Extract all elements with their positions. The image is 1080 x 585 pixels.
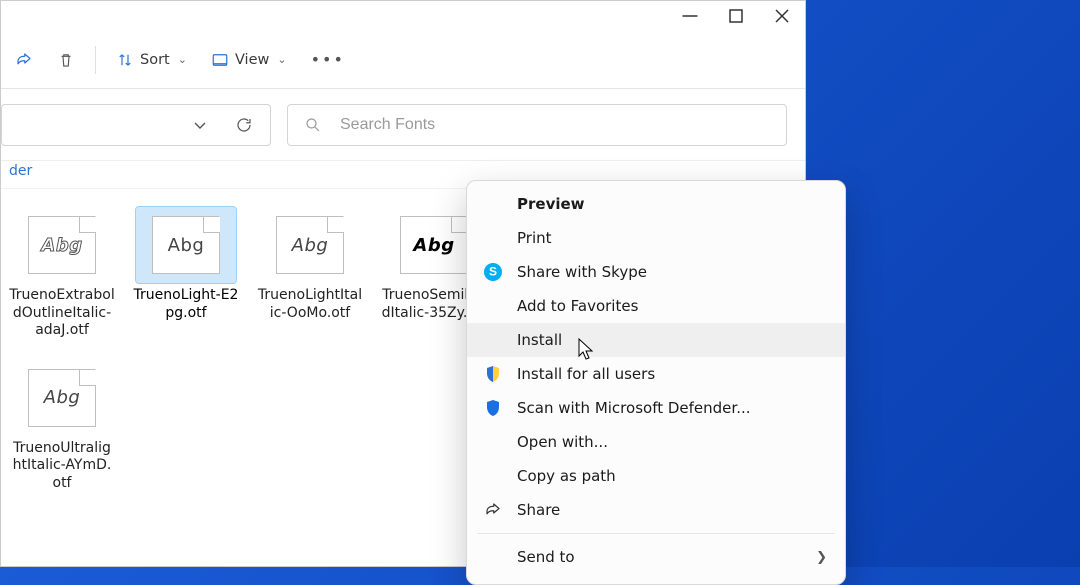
menu-add-favorites[interactable]: Add to Favorites (467, 289, 845, 323)
close-button[interactable] (759, 1, 805, 31)
search-icon (304, 116, 322, 134)
context-menu: Preview Print Share with Skype Add to Fa… (466, 180, 846, 585)
file-name: TruenoLight-E2pg.otf (133, 287, 239, 322)
file-name: TruenoExtraboldOutlineItalic-adaJ.otf (9, 287, 115, 340)
menu-install-all-users[interactable]: Install for all users (467, 357, 845, 391)
sort-button[interactable]: Sort ⌄ (106, 41, 197, 79)
menu-scan-defender[interactable]: Scan with Microsoft Defender... (467, 391, 845, 425)
skype-icon (483, 262, 503, 282)
window-titlebar (1, 1, 805, 31)
menu-separator (477, 533, 835, 534)
more-button[interactable]: ••• (301, 41, 355, 79)
file-item[interactable]: Abg TruenoLightItalic-OoMo.otf (257, 207, 363, 340)
view-icon (211, 51, 229, 69)
command-toolbar: Sort ⌄ View ⌄ ••• (1, 31, 805, 89)
address-bar[interactable] (1, 104, 271, 146)
search-input[interactable] (338, 115, 770, 135)
share-arrow-icon (483, 500, 503, 520)
trash-icon (57, 51, 75, 69)
file-item[interactable]: Abg TruenoUltralightItalic-AYmD.otf (9, 360, 115, 493)
sort-icon (116, 51, 134, 69)
file-name: TruenoUltralightItalic-AYmD.otf (9, 440, 115, 493)
share-arrow-icon (15, 51, 33, 69)
chevron-right-icon: ❯ (816, 550, 827, 565)
menu-copy-as-path[interactable]: Copy as path (467, 459, 845, 493)
sort-label: Sort (140, 52, 170, 68)
chevron-down-icon (192, 117, 208, 133)
font-file-icon: Abg (28, 216, 96, 274)
menu-preview[interactable]: Preview (467, 187, 845, 221)
menu-install[interactable]: Install (467, 323, 845, 357)
view-label: View (235, 52, 269, 68)
chevron-down-icon: ⌄ (178, 53, 187, 66)
font-file-icon: Abg (28, 369, 96, 427)
defender-shield-icon (483, 398, 503, 418)
menu-print[interactable]: Print (467, 221, 845, 255)
uac-shield-icon (483, 364, 503, 384)
menu-open-with[interactable]: Open with... (467, 425, 845, 459)
menu-share-skype[interactable]: Share with Skype (467, 255, 845, 289)
address-dropdown-button[interactable] (188, 113, 212, 137)
minimize-button[interactable] (667, 1, 713, 31)
font-file-icon: Abg (276, 216, 344, 274)
view-button[interactable]: View ⌄ (201, 41, 297, 79)
file-item[interactable]: Abg TruenoExtraboldOutlineItalic-adaJ.ot… (9, 207, 115, 340)
more-icon: ••• (311, 50, 345, 69)
file-name: TruenoLightItalic-OoMo.otf (257, 287, 363, 322)
search-box[interactable] (287, 104, 787, 146)
menu-send-to[interactable]: Send to ❯ (467, 540, 845, 574)
font-file-icon: Abg (152, 216, 220, 274)
maximize-button[interactable] (713, 1, 759, 31)
share-button[interactable] (5, 41, 43, 79)
file-item[interactable]: Abg TruenoLight-E2pg.otf (133, 207, 239, 340)
chevron-down-icon: ⌄ (277, 53, 286, 66)
address-search-row (1, 89, 805, 161)
refresh-icon (235, 116, 253, 134)
toolbar-separator (95, 46, 96, 74)
font-file-icon: Abg (400, 216, 468, 274)
delete-button[interactable] (47, 41, 85, 79)
menu-share[interactable]: Share (467, 493, 845, 527)
refresh-button[interactable] (232, 113, 256, 137)
